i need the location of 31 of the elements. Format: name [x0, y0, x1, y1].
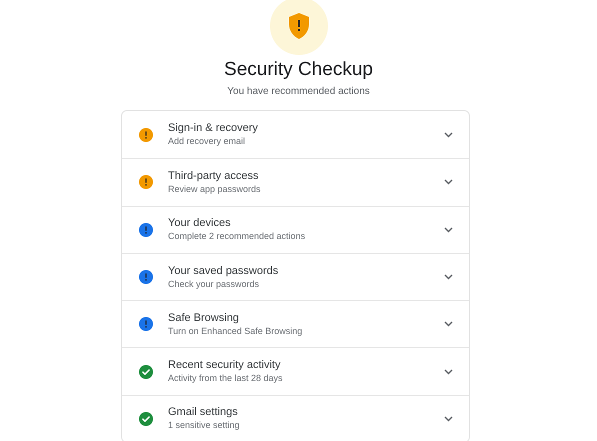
checkup-row[interactable]: Third-party access Review app passwords	[122, 158, 469, 206]
chevron-down-icon	[444, 274, 453, 280]
row-detail: Review app passwords	[168, 182, 262, 196]
row-title: Sign-in & recovery	[168, 121, 259, 136]
row-detail: Check your passwords	[168, 278, 260, 291]
chevron-down-icon	[444, 321, 453, 328]
chevron-down-icon	[444, 226, 453, 233]
checkup-row[interactable]: Safe Browsing Turn on Enhanced Safe Browsing	[122, 300, 469, 348]
row-title: Safe Browsing	[168, 310, 240, 325]
row-detail: Complete 2 recommended actions	[168, 230, 306, 244]
checkup-row[interactable]: Your devices Complete 2 recommended actions	[122, 206, 469, 253]
checkup-row[interactable]: Gmail settings 1 sensitive setting	[122, 394, 469, 441]
chevron-down-icon	[444, 416, 453, 422]
page-subtitle: You have recommended actions	[227, 85, 370, 98]
checkup-row[interactable]: Sign-in & recovery Add recovery email	[122, 111, 469, 158]
row-title: Your saved passwords	[168, 264, 280, 278]
row-title: Third-party access	[168, 168, 260, 183]
row-title: Recent security activity	[168, 358, 282, 372]
page-title: Security Checkup	[224, 58, 373, 82]
shield-icon	[286, 12, 310, 40]
row-detail: Activity from the last 28 days	[168, 372, 284, 386]
chevron-down-icon	[444, 368, 453, 375]
row-title: Gmail settings	[168, 405, 239, 420]
checkup-row[interactable]: Your saved passwords Check your passwords	[122, 252, 469, 300]
chevron-down-icon	[444, 132, 453, 138]
row-detail: Add recovery email	[168, 135, 246, 148]
chevron-down-icon	[444, 179, 453, 186]
row-detail: 1 sensitive setting	[168, 419, 241, 432]
row-detail: Turn on Enhanced Safe Browsing	[168, 324, 304, 338]
row-title: Your devices	[168, 216, 232, 230]
checkup-row[interactable]: Recent security activity Activity from the last 28 days	[122, 347, 469, 395]
